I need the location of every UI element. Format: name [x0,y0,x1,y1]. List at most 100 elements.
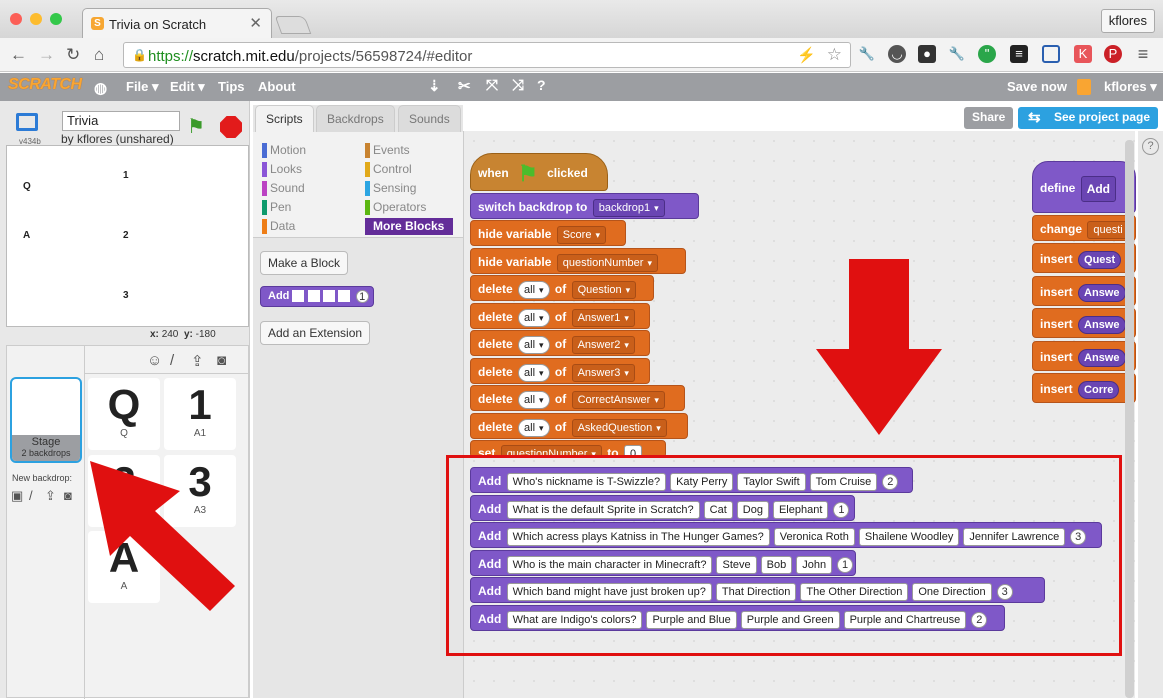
hangouts-extension-icon[interactable]: " [978,45,996,63]
stage-1-text: 1 [123,170,129,181]
stage-label: Stage [31,436,61,448]
category-looks[interactable]: Looks [262,161,302,178]
insert-correct-answer-block[interactable]: insert Corre [1032,373,1136,403]
category-sensing[interactable]: Sensing [365,180,416,197]
block-palette: Scripts Backdrops Sounds Motion Looks So… [253,105,463,698]
see-project-page-button[interactable]: ⇆ See project page [1018,107,1158,129]
back-arrow-icon[interactable]: ← [10,45,27,65]
project-title-input[interactable]: Trivia [62,111,180,131]
save-now-button[interactable]: Save now [1007,79,1067,94]
lock-icon: 🔒 [132,48,147,62]
new-tab-button[interactable] [274,16,312,34]
user-menu[interactable]: kflores ▾ [1104,79,1157,95]
minimize-window-button[interactable] [30,13,42,25]
category-control[interactable]: Control [365,161,412,178]
pinterest-extension-icon[interactable]: P [1104,45,1122,63]
delete-asked-question-block[interactable]: delete all of AskedQuestion [470,413,688,439]
delete-answer1-block[interactable]: delete all of Answer1 [470,303,650,329]
scripts-scrollbar[interactable] [1125,140,1134,698]
shrink-icon[interactable]: ⤨ [512,77,524,94]
camera-icon[interactable]: ◙ [64,488,72,503]
grow-icon[interactable]: ⤧ [486,77,498,94]
category-operators[interactable]: Operators [365,199,426,216]
annotation-arrow-diagonal [90,461,235,611]
sprite-library-icon[interactable]: ☺ [147,352,162,369]
delete-answer2-block[interactable]: delete all of Answer2 [470,330,650,356]
fullscreen-icon[interactable] [16,113,38,131]
globe-icon[interactable]: ◍ [94,79,107,97]
scratch-logo[interactable]: SCRATCH [8,76,82,94]
category-more-blocks[interactable]: More Blocks [365,218,453,235]
tips-menu[interactable]: Tips [218,79,245,94]
home-icon[interactable]: ⌂ [94,45,104,65]
define-add-block[interactable]: define Add [1032,161,1136,213]
share-button[interactable]: Share [964,107,1014,129]
browser-tab[interactable]: S Trivia on Scratch ✕ [82,8,272,38]
browser-toolbar: ← → ↻ ⌂ 🔒 https://scratch.mit.edu/projec… [0,38,1163,72]
tab-sounds[interactable]: Sounds [398,105,461,132]
pocket-extension-icon[interactable]: ◡ [888,45,906,63]
address-bar[interactable]: 🔒 https://scratch.mit.edu/projects/56598… [123,42,851,68]
insert-answer1-block[interactable]: insert Answe [1032,276,1136,306]
paint-sprite-icon[interactable]: / [170,352,174,369]
category-pen[interactable]: Pen [262,199,291,216]
category-motion[interactable]: Motion [262,142,306,159]
k-extension-icon[interactable]: K [1074,45,1092,63]
about-menu[interactable]: About [258,79,296,94]
switch-backdrop-block[interactable]: switch backdrop to backdrop1 [470,193,699,219]
hide-variable-score-block[interactable]: hide variable Score [470,220,626,246]
tools-extension-icon[interactable]: 🔧 [948,45,966,63]
menu-icon[interactable]: ≡ [1134,45,1152,63]
sprite-thumb-a1[interactable]: 1 A1 [164,378,236,450]
camera-sprite-icon[interactable]: ◙ [217,352,226,369]
tab-close-icon[interactable]: ✕ [249,14,262,32]
cut-icon[interactable]: ✂ [458,77,471,95]
tab-backdrops[interactable]: Backdrops [316,105,395,132]
insert-answer2-block[interactable]: insert Answe [1032,308,1136,338]
reload-icon[interactable]: ↻ [66,45,80,65]
forward-arrow-icon[interactable]: → [38,45,55,65]
project-author: by kflores (unshared) [61,132,174,146]
wrench-extension-icon[interactable]: 🔧 [858,45,876,63]
stop-sign-icon[interactable] [220,116,242,138]
bookmark-star-icon[interactable]: ☆ [827,45,842,65]
delete-question-block[interactable]: delete all of Question [470,275,654,301]
delete-correct-answer-block[interactable]: delete all of CorrectAnswer [470,385,685,411]
upload-sprite-icon[interactable]: ⇪ [191,352,204,370]
stack-extension-icon[interactable]: ≡ [1010,45,1028,63]
file-menu[interactable]: File ▾ [126,79,159,95]
category-data[interactable]: Data [262,218,295,235]
insert-question-block[interactable]: insert Quest [1032,243,1136,273]
hide-variable-question-number-block[interactable]: hide variable questionNumber [470,248,686,274]
paint-backdrop-icon[interactable]: ▣ [11,488,23,504]
window-extension-icon[interactable] [1042,45,1060,63]
when-flag-clicked-block[interactable]: when ⚑ clicked [470,153,608,191]
stage-canvas[interactable]: Q 1 A 2 3 [6,145,249,327]
lightning-icon[interactable]: ⚡ [797,46,816,64]
close-window-button[interactable] [10,13,22,25]
category-events[interactable]: Events [365,142,410,159]
green-flag-icon[interactable]: ⚑ [187,114,205,139]
help-icon[interactable]: ? [537,77,546,93]
stage-column: Stage 2 backdrops New backdrop: ▣ / ⇪ ◙ [7,346,85,699]
brush-icon[interactable]: / [29,488,33,503]
insert-answer3-block[interactable]: insert Answe [1032,341,1136,371]
duplicate-icon[interactable]: ⇣ [428,77,441,95]
category-sound[interactable]: Sound [262,180,305,197]
incognito-extension-icon[interactable]: ● [918,45,936,63]
make-a-block-button[interactable]: Make a Block [260,251,349,275]
mouse-coordinates: x: 240 y: -180 [150,329,216,340]
sprite-thumb-q[interactable]: Q Q [88,378,160,450]
stage-thumbnail[interactable]: Stage 2 backdrops [10,377,82,463]
upload-icon[interactable]: ⇪ [45,488,56,504]
stage-a-text: A [23,230,31,241]
delete-answer3-block[interactable]: delete all of Answer3 [470,358,650,384]
maximize-window-button[interactable] [50,13,62,25]
help-icon[interactable]: ? [1142,138,1159,155]
palette-add-block[interactable]: Add 1 [260,286,374,307]
edit-menu[interactable]: Edit ▾ [170,79,205,95]
tab-scripts[interactable]: Scripts [255,105,314,132]
change-block[interactable]: change questi [1032,215,1136,241]
profile-button[interactable]: kflores [1100,9,1155,33]
add-extension-button[interactable]: Add an Extension [260,321,371,345]
